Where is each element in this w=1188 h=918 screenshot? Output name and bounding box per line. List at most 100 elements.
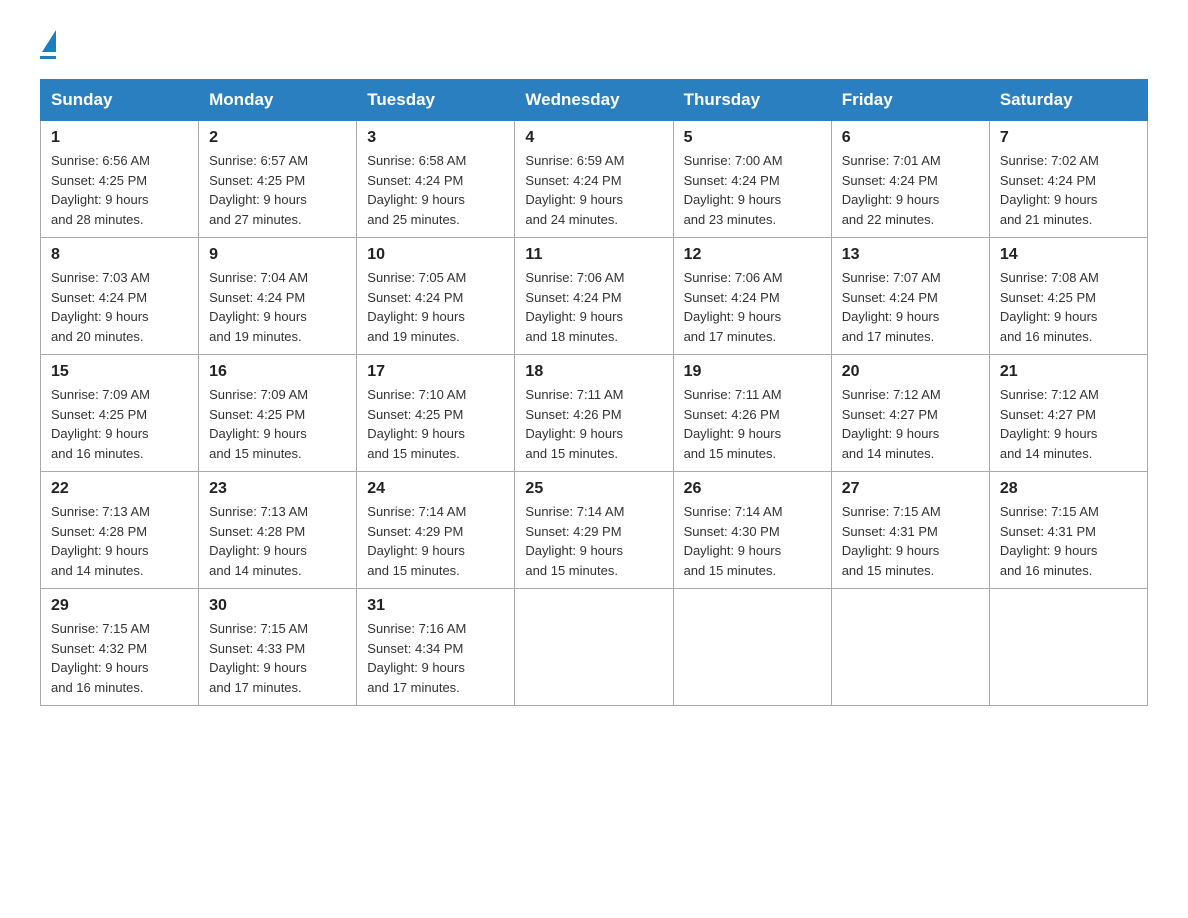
day-number: 4 — [525, 129, 662, 147]
day-info: Sunrise: 7:09 AMSunset: 4:25 PMDaylight:… — [51, 385, 188, 463]
day-number: 23 — [209, 480, 346, 498]
day-number: 11 — [525, 246, 662, 264]
day-number: 21 — [1000, 363, 1137, 381]
calendar-cell: 24 Sunrise: 7:14 AMSunset: 4:29 PMDayligh… — [357, 472, 515, 589]
calendar-cell: 15 Sunrise: 7:09 AMSunset: 4:25 PMDayligh… — [41, 355, 199, 472]
calendar-cell: 20 Sunrise: 7:12 AMSunset: 4:27 PMDayligh… — [831, 355, 989, 472]
calendar-body: 1Sunrise: 6:56 AMSunset: 4:25 PMDaylight… — [41, 121, 1148, 706]
day-info: Sunrise: 7:11 AMSunset: 4:26 PMDaylight:… — [684, 385, 821, 463]
day-number: 3 — [367, 129, 504, 147]
day-info: Sunrise: 7:09 AMSunset: 4:25 PMDaylight:… — [209, 385, 346, 463]
day-info: Sunrise: 7:15 AMSunset: 4:33 PMDaylight:… — [209, 619, 346, 697]
calendar-cell: 8 Sunrise: 7:03 AMSunset: 4:24 PMDaylight… — [41, 238, 199, 355]
day-number: 18 — [525, 363, 662, 381]
page-header — [40, 30, 1148, 59]
calendar-header-row: SundayMondayTuesdayWednesdayThursdayFrid… — [41, 80, 1148, 121]
calendar-cell — [515, 589, 673, 706]
day-info: Sunrise: 7:00 AMSunset: 4:24 PMDaylight:… — [684, 151, 821, 229]
calendar-cell: 13Sunrise: 7:07 AMSunset: 4:24 PMDayligh… — [831, 238, 989, 355]
day-info: Sunrise: 6:56 AMSunset: 4:25 PMDaylight:… — [51, 151, 188, 229]
day-info: Sunrise: 6:57 AMSunset: 4:25 PMDaylight:… — [209, 151, 346, 229]
day-number: 24 — [367, 480, 504, 498]
calendar-cell: 25 Sunrise: 7:14 AMSunset: 4:29 PMDayligh… — [515, 472, 673, 589]
day-info: Sunrise: 6:58 AMSunset: 4:24 PMDaylight:… — [367, 151, 504, 229]
logo — [40, 30, 56, 59]
day-info: Sunrise: 7:13 AMSunset: 4:28 PMDaylight:… — [51, 502, 188, 580]
day-info: Sunrise: 7:06 AMSunset: 4:24 PMDaylight:… — [525, 268, 662, 346]
day-info: Sunrise: 7:12 AMSunset: 4:27 PMDaylight:… — [842, 385, 979, 463]
calendar-cell: 28 Sunrise: 7:15 AMSunset: 4:31 PMDayligh… — [989, 472, 1147, 589]
day-number: 19 — [684, 363, 821, 381]
calendar-dow-thursday: Thursday — [673, 80, 831, 121]
calendar-dow-monday: Monday — [199, 80, 357, 121]
day-number: 20 — [842, 363, 979, 381]
calendar-cell: 22Sunrise: 7:13 AMSunset: 4:28 PMDayligh… — [41, 472, 199, 589]
calendar-cell: 21 Sunrise: 7:12 AMSunset: 4:27 PMDayligh… — [989, 355, 1147, 472]
day-number: 15 — [51, 363, 188, 381]
day-number: 8 — [51, 246, 188, 264]
day-info: Sunrise: 7:02 AMSunset: 4:24 PMDaylight:… — [1000, 151, 1137, 229]
calendar-week-row: 29 Sunrise: 7:15 AMSunset: 4:32 PMDayligh… — [41, 589, 1148, 706]
day-info: Sunrise: 7:15 AMSunset: 4:32 PMDaylight:… — [51, 619, 188, 697]
calendar-cell: 7 Sunrise: 7:02 AMSunset: 4:24 PMDaylight… — [989, 121, 1147, 238]
day-number: 2 — [209, 129, 346, 147]
calendar-cell: 23 Sunrise: 7:13 AMSunset: 4:28 PMDayligh… — [199, 472, 357, 589]
calendar-cell: 2 Sunrise: 6:57 AMSunset: 4:25 PMDaylight… — [199, 121, 357, 238]
day-number: 30 — [209, 597, 346, 615]
calendar-cell: 9Sunrise: 7:04 AMSunset: 4:24 PMDaylight… — [199, 238, 357, 355]
calendar-dow-tuesday: Tuesday — [357, 80, 515, 121]
calendar-cell: 18 Sunrise: 7:11 AMSunset: 4:26 PMDayligh… — [515, 355, 673, 472]
day-info: Sunrise: 7:10 AMSunset: 4:25 PMDaylight:… — [367, 385, 504, 463]
calendar-dow-saturday: Saturday — [989, 80, 1147, 121]
day-info: Sunrise: 7:05 AMSunset: 4:24 PMDaylight:… — [367, 268, 504, 346]
calendar-cell: 30 Sunrise: 7:15 AMSunset: 4:33 PMDayligh… — [199, 589, 357, 706]
calendar-cell — [673, 589, 831, 706]
day-number: 17 — [367, 363, 504, 381]
calendar-cell: 5 Sunrise: 7:00 AMSunset: 4:24 PMDaylight… — [673, 121, 831, 238]
day-info: Sunrise: 7:07 AMSunset: 4:24 PMDaylight:… — [842, 268, 979, 346]
day-info: Sunrise: 7:01 AMSunset: 4:24 PMDaylight:… — [842, 151, 979, 229]
day-number: 5 — [684, 129, 821, 147]
day-info: Sunrise: 7:14 AMSunset: 4:29 PMDaylight:… — [525, 502, 662, 580]
day-number: 26 — [684, 480, 821, 498]
day-number: 28 — [1000, 480, 1137, 498]
day-number: 25 — [525, 480, 662, 498]
day-info: Sunrise: 7:12 AMSunset: 4:27 PMDaylight:… — [1000, 385, 1137, 463]
day-info: Sunrise: 7:14 AMSunset: 4:30 PMDaylight:… — [684, 502, 821, 580]
day-info: Sunrise: 7:16 AMSunset: 4:34 PMDaylight:… — [367, 619, 504, 697]
day-number: 14 — [1000, 246, 1137, 264]
day-number: 31 — [367, 597, 504, 615]
calendar-cell: 17 Sunrise: 7:10 AMSunset: 4:25 PMDayligh… — [357, 355, 515, 472]
calendar-week-row: 1Sunrise: 6:56 AMSunset: 4:25 PMDaylight… — [41, 121, 1148, 238]
day-info: Sunrise: 7:13 AMSunset: 4:28 PMDaylight:… — [209, 502, 346, 580]
day-number: 16 — [209, 363, 346, 381]
logo-line — [40, 30, 56, 54]
day-info: Sunrise: 7:06 AMSunset: 4:24 PMDaylight:… — [684, 268, 821, 346]
day-number: 9 — [209, 246, 346, 264]
calendar-cell: 16 Sunrise: 7:09 AMSunset: 4:25 PMDayligh… — [199, 355, 357, 472]
calendar-dow-sunday: Sunday — [41, 80, 199, 121]
calendar-cell: 31 Sunrise: 7:16 AMSunset: 4:34 PMDayligh… — [357, 589, 515, 706]
calendar-dow-friday: Friday — [831, 80, 989, 121]
calendar-cell: 29 Sunrise: 7:15 AMSunset: 4:32 PMDayligh… — [41, 589, 199, 706]
day-info: Sunrise: 7:03 AMSunset: 4:24 PMDaylight:… — [51, 268, 188, 346]
calendar-cell: 14 Sunrise: 7:08 AMSunset: 4:25 PMDayligh… — [989, 238, 1147, 355]
calendar-cell — [989, 589, 1147, 706]
calendar-table: SundayMondayTuesdayWednesdayThursdayFrid… — [40, 79, 1148, 706]
day-info: Sunrise: 7:11 AMSunset: 4:26 PMDaylight:… — [525, 385, 662, 463]
calendar-cell: 1Sunrise: 6:56 AMSunset: 4:25 PMDaylight… — [41, 121, 199, 238]
day-info: Sunrise: 7:08 AMSunset: 4:25 PMDaylight:… — [1000, 268, 1137, 346]
calendar-cell: 4Sunrise: 6:59 AMSunset: 4:24 PMDaylight… — [515, 121, 673, 238]
calendar-cell: 12Sunrise: 7:06 AMSunset: 4:24 PMDayligh… — [673, 238, 831, 355]
calendar-cell — [831, 589, 989, 706]
calendar-cell: 19 Sunrise: 7:11 AMSunset: 4:26 PMDayligh… — [673, 355, 831, 472]
logo-underline — [40, 56, 56, 59]
day-number: 27 — [842, 480, 979, 498]
logo-triangle-icon — [42, 30, 56, 52]
calendar-week-row: 22Sunrise: 7:13 AMSunset: 4:28 PMDayligh… — [41, 472, 1148, 589]
day-info: Sunrise: 7:14 AMSunset: 4:29 PMDaylight:… — [367, 502, 504, 580]
calendar-cell: 10Sunrise: 7:05 AMSunset: 4:24 PMDayligh… — [357, 238, 515, 355]
day-number: 29 — [51, 597, 188, 615]
day-info: Sunrise: 7:15 AMSunset: 4:31 PMDaylight:… — [1000, 502, 1137, 580]
day-number: 7 — [1000, 129, 1137, 147]
